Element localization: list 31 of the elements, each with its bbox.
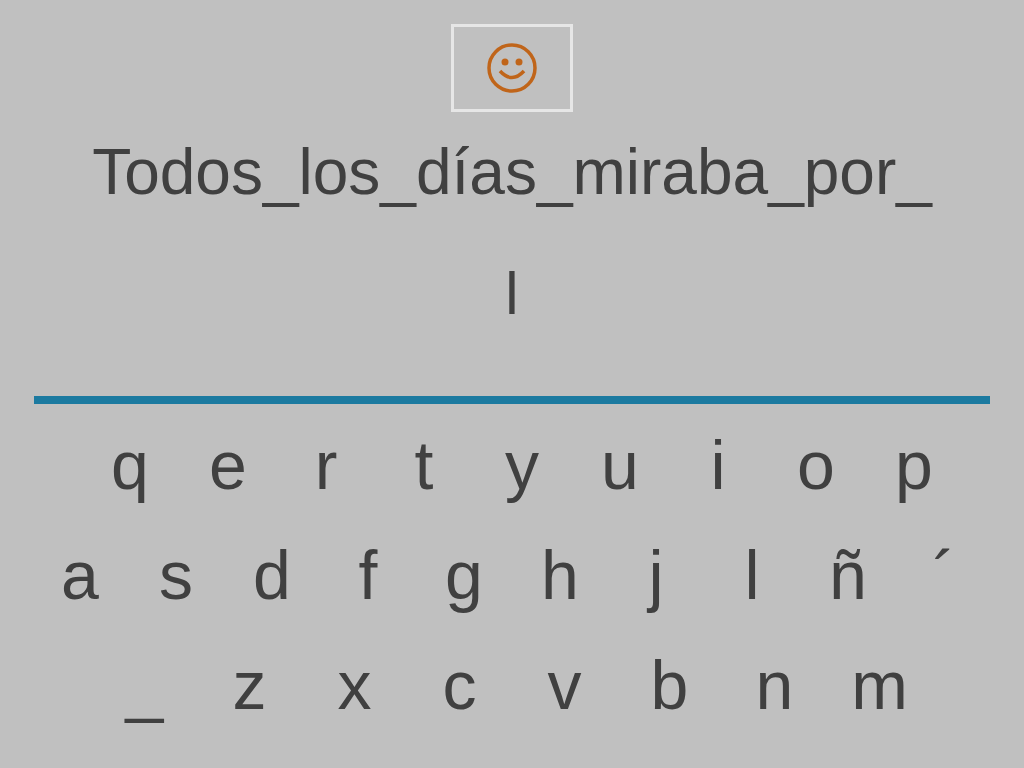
key-button[interactable]: r xyxy=(277,422,375,508)
key-button[interactable]: i xyxy=(669,422,767,508)
key-button[interactable]: o xyxy=(767,422,865,508)
answer-field[interactable]: l xyxy=(492,256,532,332)
key-button[interactable]: v xyxy=(512,642,617,728)
key-button[interactable]: ´ xyxy=(896,532,992,618)
key-button[interactable]: h xyxy=(512,532,608,618)
key-button[interactable]: a xyxy=(32,532,128,618)
key-button[interactable]: z xyxy=(197,642,302,728)
key-button[interactable]: j xyxy=(608,532,704,618)
key-button[interactable]: q xyxy=(81,422,179,508)
key-button[interactable]: _ xyxy=(92,642,197,728)
key-button[interactable]: b xyxy=(617,642,722,728)
key-button[interactable]: f xyxy=(320,532,416,618)
smiley-icon xyxy=(486,42,538,94)
sentence-text: Todos_los_días_miraba_por_ xyxy=(92,135,932,210)
key-button[interactable]: p xyxy=(865,422,963,508)
smiley-button[interactable] xyxy=(451,24,573,112)
key-button[interactable]: ñ xyxy=(800,532,896,618)
key-button[interactable]: t xyxy=(375,422,473,508)
key-button[interactable]: m xyxy=(827,642,932,728)
key-button[interactable]: n xyxy=(722,642,827,728)
key-button[interactable]: d xyxy=(224,532,320,618)
key-button[interactable]: e xyxy=(179,422,277,508)
key-button[interactable]: c xyxy=(407,642,512,728)
key-button[interactable]: s xyxy=(128,532,224,618)
key-button[interactable]: y xyxy=(473,422,571,508)
key-button[interactable]: l xyxy=(704,532,800,618)
key-button[interactable]: g xyxy=(416,532,512,618)
key-button[interactable]: x xyxy=(302,642,407,728)
key-button[interactable]: u xyxy=(571,422,669,508)
